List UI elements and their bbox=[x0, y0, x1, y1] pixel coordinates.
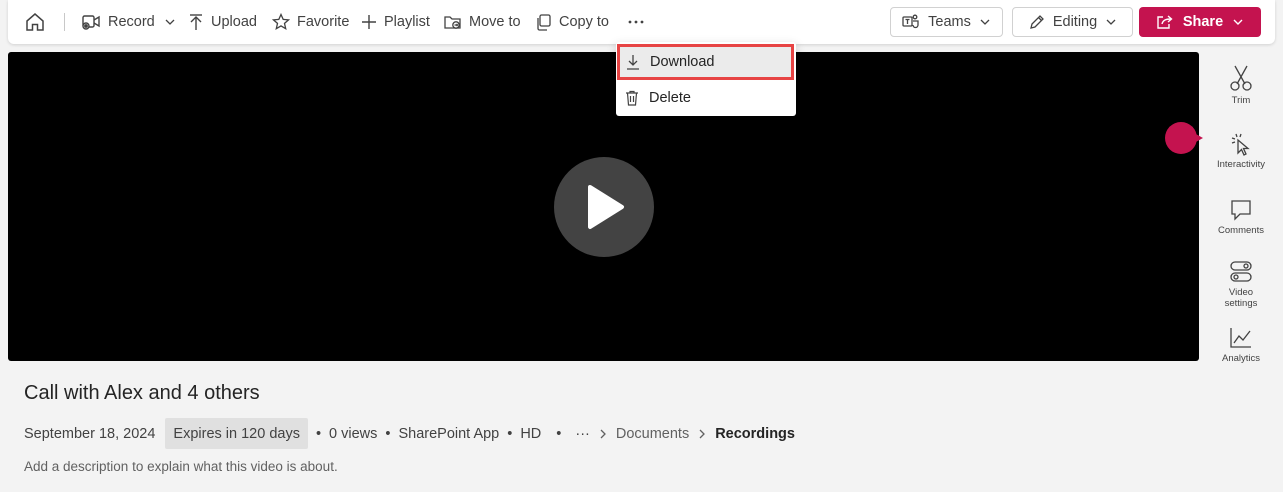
rail-video-settings-label: Video settings bbox=[1224, 287, 1258, 309]
separator-dot: • bbox=[385, 425, 391, 442]
teams-button[interactable]: Teams bbox=[890, 7, 1003, 37]
copy-to-label: Copy to bbox=[559, 14, 609, 30]
move-to-label: Move to bbox=[469, 14, 521, 30]
home-icon bbox=[26, 13, 44, 31]
copy-icon bbox=[537, 13, 551, 31]
rail-video-settings[interactable]: Video settings bbox=[1207, 260, 1275, 309]
separator-dot: • bbox=[556, 425, 562, 442]
more-options-menu: Download Delete bbox=[616, 42, 796, 116]
expiration-badge: Expires in 120 days bbox=[165, 418, 308, 449]
teams-label: Teams bbox=[928, 14, 971, 30]
notification-dot-pointer bbox=[1194, 133, 1203, 143]
separator-dot: • bbox=[507, 425, 513, 442]
record-label: Record bbox=[108, 14, 155, 30]
rail-trim-label: Trim bbox=[1231, 95, 1251, 106]
editing-mode-button[interactable]: Editing bbox=[1012, 7, 1133, 37]
notification-dot bbox=[1165, 122, 1197, 154]
description-field[interactable]: Add a description to explain what this v… bbox=[24, 459, 338, 474]
menu-item-delete-label: Delete bbox=[649, 90, 691, 106]
pencil-icon bbox=[1029, 14, 1044, 29]
rail-interactivity-label: Interactivity bbox=[1216, 159, 1266, 170]
share-icon bbox=[1157, 15, 1173, 29]
toggle-settings-icon bbox=[1230, 261, 1252, 282]
more-options-button[interactable] bbox=[628, 0, 644, 44]
rail-comments[interactable]: Comments bbox=[1207, 198, 1275, 236]
breadcrumb-chevron-icon bbox=[598, 428, 608, 440]
favorite-label: Favorite bbox=[297, 14, 350, 30]
download-icon bbox=[627, 55, 639, 70]
upload-button[interactable]: Upload bbox=[188, 0, 257, 44]
upload-icon bbox=[190, 14, 202, 30]
rail-interactivity[interactable]: Interactivity bbox=[1207, 132, 1275, 170]
chevron-down-icon bbox=[980, 19, 990, 25]
move-to-button[interactable]: Move to bbox=[444, 0, 521, 44]
video-metadata: September 18, 2024 Expires in 120 days •… bbox=[24, 418, 795, 449]
view-count: 0 views bbox=[329, 425, 378, 442]
rail-analytics[interactable]: Analytics bbox=[1207, 326, 1275, 364]
copy-to-button[interactable]: Copy to bbox=[536, 0, 609, 44]
star-icon bbox=[272, 13, 290, 31]
upload-date: September 18, 2024 bbox=[24, 425, 156, 442]
rail-comments-label: Comments bbox=[1218, 225, 1264, 236]
scissors-icon bbox=[1230, 65, 1252, 91]
chevron-down-icon bbox=[165, 19, 175, 25]
toolbar-divider bbox=[64, 13, 65, 31]
breadcrumb-recordings[interactable]: Recordings bbox=[715, 426, 795, 442]
favorite-button[interactable]: Favorite bbox=[272, 0, 349, 44]
home-button[interactable] bbox=[24, 0, 46, 44]
menu-item-download-label: Download bbox=[650, 54, 715, 70]
comment-icon bbox=[1231, 200, 1251, 221]
breadcrumb-documents[interactable]: Documents bbox=[616, 426, 689, 442]
playlist-button[interactable]: Playlist bbox=[361, 0, 430, 44]
analytics-chart-icon bbox=[1230, 328, 1251, 348]
breadcrumb-chevron-icon bbox=[697, 428, 707, 440]
plus-icon bbox=[362, 15, 376, 29]
top-toolbar: Record Upload Favorite Playlist Move to … bbox=[8, 0, 1275, 44]
more-dots-icon bbox=[628, 20, 644, 24]
quality-label: HD bbox=[520, 425, 542, 442]
play-button[interactable] bbox=[554, 157, 654, 257]
record-button[interactable]: Record bbox=[81, 0, 176, 44]
editing-label: Editing bbox=[1052, 14, 1098, 30]
teams-icon bbox=[902, 14, 919, 29]
breadcrumb-more[interactable]: ··· bbox=[575, 426, 590, 442]
menu-item-delete[interactable]: Delete bbox=[616, 80, 796, 116]
chevron-down-icon bbox=[1106, 19, 1116, 25]
chevron-down-icon bbox=[1233, 19, 1243, 25]
record-camera-icon bbox=[82, 15, 100, 30]
video-title: Call with Alex and 4 others bbox=[24, 382, 260, 404]
share-button[interactable]: Share bbox=[1139, 7, 1261, 37]
play-icon bbox=[588, 185, 624, 229]
playlist-label: Playlist bbox=[384, 14, 430, 30]
interactivity-cursor-icon bbox=[1231, 133, 1250, 156]
source-app: SharePoint App bbox=[398, 425, 500, 442]
rail-trim[interactable]: Trim bbox=[1207, 64, 1275, 106]
trash-icon bbox=[626, 90, 638, 106]
separator-dot: • bbox=[315, 425, 322, 442]
rail-analytics-label: Analytics bbox=[1221, 353, 1260, 364]
upload-label: Upload bbox=[211, 14, 257, 30]
video-player[interactable] bbox=[8, 52, 1199, 361]
folder-move-icon bbox=[444, 16, 461, 29]
share-label: Share bbox=[1182, 14, 1224, 30]
menu-item-download[interactable]: Download bbox=[617, 44, 794, 80]
